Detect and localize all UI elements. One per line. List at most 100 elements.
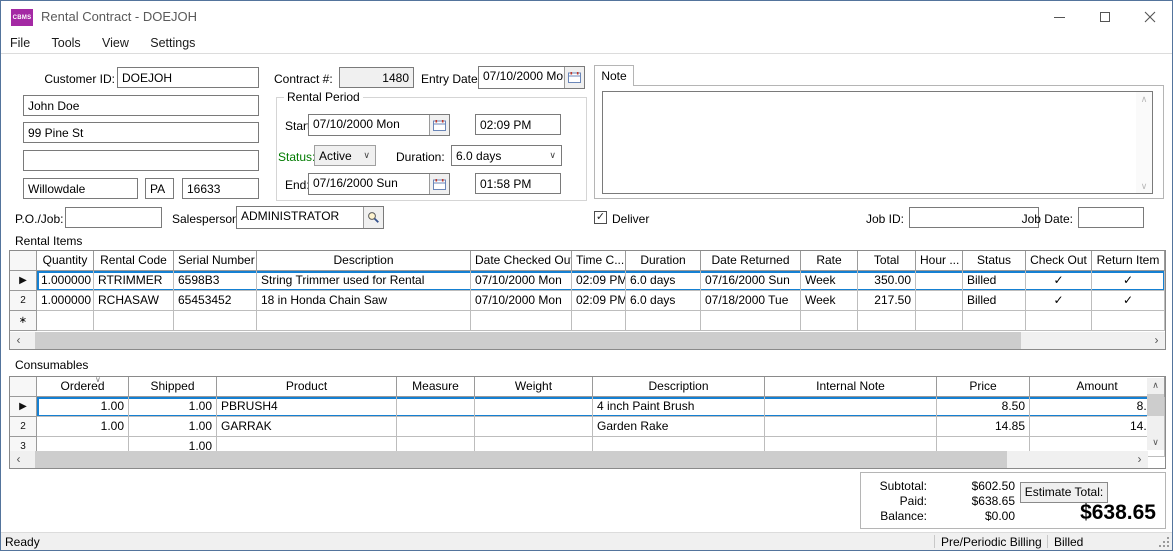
maximize-button[interactable]	[1082, 1, 1127, 33]
grid-cell[interactable]: 8.50	[937, 397, 1030, 417]
salesperson-lookup-button[interactable]	[363, 207, 383, 228]
row-selector[interactable]: 2	[10, 291, 37, 311]
grid-cell[interactable]: 18 in Honda Chain Saw	[257, 291, 471, 311]
grid-cell[interactable]: 217.50	[858, 291, 916, 311]
grid-cell[interactable]: 1.00	[37, 417, 129, 437]
grid-cell[interactable]: ✓	[1092, 271, 1165, 291]
menu-tools[interactable]: Tools	[43, 33, 90, 54]
grid-cell[interactable]	[94, 311, 174, 331]
rental-items-hscrollbar[interactable]: ‹ ›	[10, 332, 1165, 349]
grid-cell[interactable]: RCHASAW	[94, 291, 174, 311]
grid-cell[interactable]	[916, 271, 963, 291]
grid-cell[interactable]	[801, 311, 858, 331]
grid-cell[interactable]: PBRUSH4	[217, 397, 397, 417]
customer-address-field[interactable]	[23, 122, 259, 143]
grid-cell[interactable]: 65453452	[174, 291, 257, 311]
estimate-total-button[interactable]: Estimate Total:	[1020, 482, 1108, 503]
end-date-field[interactable]: 07/16/2000 Sun	[308, 173, 450, 195]
customer-address2-field[interactable]	[23, 150, 259, 171]
grid-corner[interactable]	[10, 377, 37, 397]
grid-cell[interactable]: 07/10/2000 Mon	[471, 271, 572, 291]
grid-cell[interactable]: 8.50	[1030, 397, 1165, 417]
entry-date-calendar-button[interactable]	[564, 67, 584, 88]
column-header-rental-code[interactable]: Rental Code	[94, 251, 174, 271]
table-row[interactable]: 21.000000RCHASAW6545345218 in Honda Chai…	[10, 291, 1165, 311]
grid-cell[interactable]: 1.00	[37, 397, 129, 417]
grid-cell[interactable]	[572, 311, 626, 331]
column-header-check-out[interactable]: Check Out	[1026, 251, 1092, 271]
column-header-weight[interactable]: Weight	[475, 377, 593, 397]
salesperson-field[interactable]: ADMINISTRATOR	[236, 206, 384, 229]
column-header-hour[interactable]: Hour ...	[916, 251, 963, 271]
grid-cell[interactable]: 1.000000	[37, 271, 94, 291]
grid-cell[interactable]: 6.0 days	[626, 291, 701, 311]
start-time-field[interactable]	[475, 114, 561, 135]
scrollbar-thumb[interactable]	[1147, 394, 1164, 416]
grid-cell[interactable]	[1092, 311, 1165, 331]
grid-cell[interactable]	[626, 311, 701, 331]
column-header-internal-note[interactable]: Internal Note	[765, 377, 937, 397]
grid-cell[interactable]: 4 inch Paint Brush	[593, 397, 765, 417]
end-time-field[interactable]	[475, 173, 561, 194]
scrollbar-thumb[interactable]	[35, 332, 1021, 349]
grid-cell[interactable]: RTRIMMER	[94, 271, 174, 291]
table-row[interactable]: ▶1.001.00PBRUSH44 inch Paint Brush8.508.…	[10, 397, 1165, 417]
grid-cell[interactable]: Week	[801, 291, 858, 311]
grid-cell[interactable]: 6598B3	[174, 271, 257, 291]
grid-cell[interactable]: GARRAK	[217, 417, 397, 437]
row-selector[interactable]: 2	[10, 417, 37, 437]
grid-cell[interactable]	[397, 397, 475, 417]
column-header-serial-number[interactable]: Serial Number	[174, 251, 257, 271]
grid-cell[interactable]	[916, 291, 963, 311]
grid-cell[interactable]	[475, 397, 593, 417]
column-header-time-c[interactable]: Time C...	[572, 251, 626, 271]
column-header-duration[interactable]: Duration	[626, 251, 701, 271]
grid-cell[interactable]	[397, 417, 475, 437]
note-scrollbar[interactable]: ∧ ∨	[1136, 92, 1152, 193]
contract-number-field[interactable]	[339, 67, 414, 88]
grid-cell[interactable]	[963, 311, 1026, 331]
scrollbar-track[interactable]	[27, 451, 1131, 468]
po-job-field[interactable]	[65, 207, 162, 228]
column-header-rate[interactable]: Rate	[801, 251, 858, 271]
column-header-total[interactable]: Total	[858, 251, 916, 271]
duration-combo[interactable]: 6.0 days ∨	[451, 145, 562, 166]
menu-file[interactable]: File	[1, 33, 39, 54]
row-selector[interactable]: ▶	[10, 397, 37, 417]
tab-note[interactable]: Note	[594, 65, 634, 86]
grid-cell[interactable]	[858, 311, 916, 331]
grid-corner[interactable]	[10, 251, 37, 271]
grid-cell[interactable]	[916, 311, 963, 331]
grid-cell[interactable]: 07/16/2000 Sun	[701, 271, 801, 291]
grid-cell[interactable]	[701, 311, 801, 331]
grid-cell[interactable]: ✓	[1092, 291, 1165, 311]
column-header-status[interactable]: Status	[963, 251, 1026, 271]
start-date-calendar-button[interactable]	[429, 115, 449, 135]
scroll-left-icon[interactable]: ‹	[10, 332, 27, 349]
customer-name-field[interactable]	[23, 95, 259, 116]
status-combo[interactable]: Active ∨	[314, 145, 376, 166]
grid-cell[interactable]: Billed	[963, 291, 1026, 311]
customer-id-field[interactable]	[117, 67, 259, 88]
grid-cell[interactable]: 1.00	[129, 397, 217, 417]
table-row[interactable]: 21.001.00GARRAKGarden Rake14.8514.85	[10, 417, 1165, 437]
deliver-checkbox[interactable]: ✓	[594, 211, 607, 224]
resize-grip-icon[interactable]	[1159, 537, 1169, 547]
column-header-product[interactable]: Product	[217, 377, 397, 397]
scroll-right-icon[interactable]: ›	[1148, 332, 1165, 349]
end-date-calendar-button[interactable]	[429, 174, 449, 194]
grid-cell[interactable]: 14.85	[1030, 417, 1165, 437]
column-header-date-checked-out[interactable]: Date Checked Out	[471, 251, 572, 271]
grid-cell[interactable]	[37, 311, 94, 331]
column-header-description[interactable]: Description	[257, 251, 471, 271]
grid-cell[interactable]	[765, 397, 937, 417]
column-header-shipped[interactable]: Shipped	[129, 377, 217, 397]
scroll-up-icon[interactable]: ∧	[1136, 92, 1152, 106]
close-button[interactable]	[1127, 1, 1172, 33]
column-header-measure[interactable]: Measure	[397, 377, 475, 397]
note-textarea[interactable]	[603, 92, 1135, 193]
scrollbar-thumb[interactable]	[35, 451, 1007, 468]
grid-cell[interactable]: 14.85	[937, 417, 1030, 437]
grid-cell[interactable]: 02:09 PM	[572, 271, 626, 291]
grid-cell[interactable]: 1.00	[129, 417, 217, 437]
